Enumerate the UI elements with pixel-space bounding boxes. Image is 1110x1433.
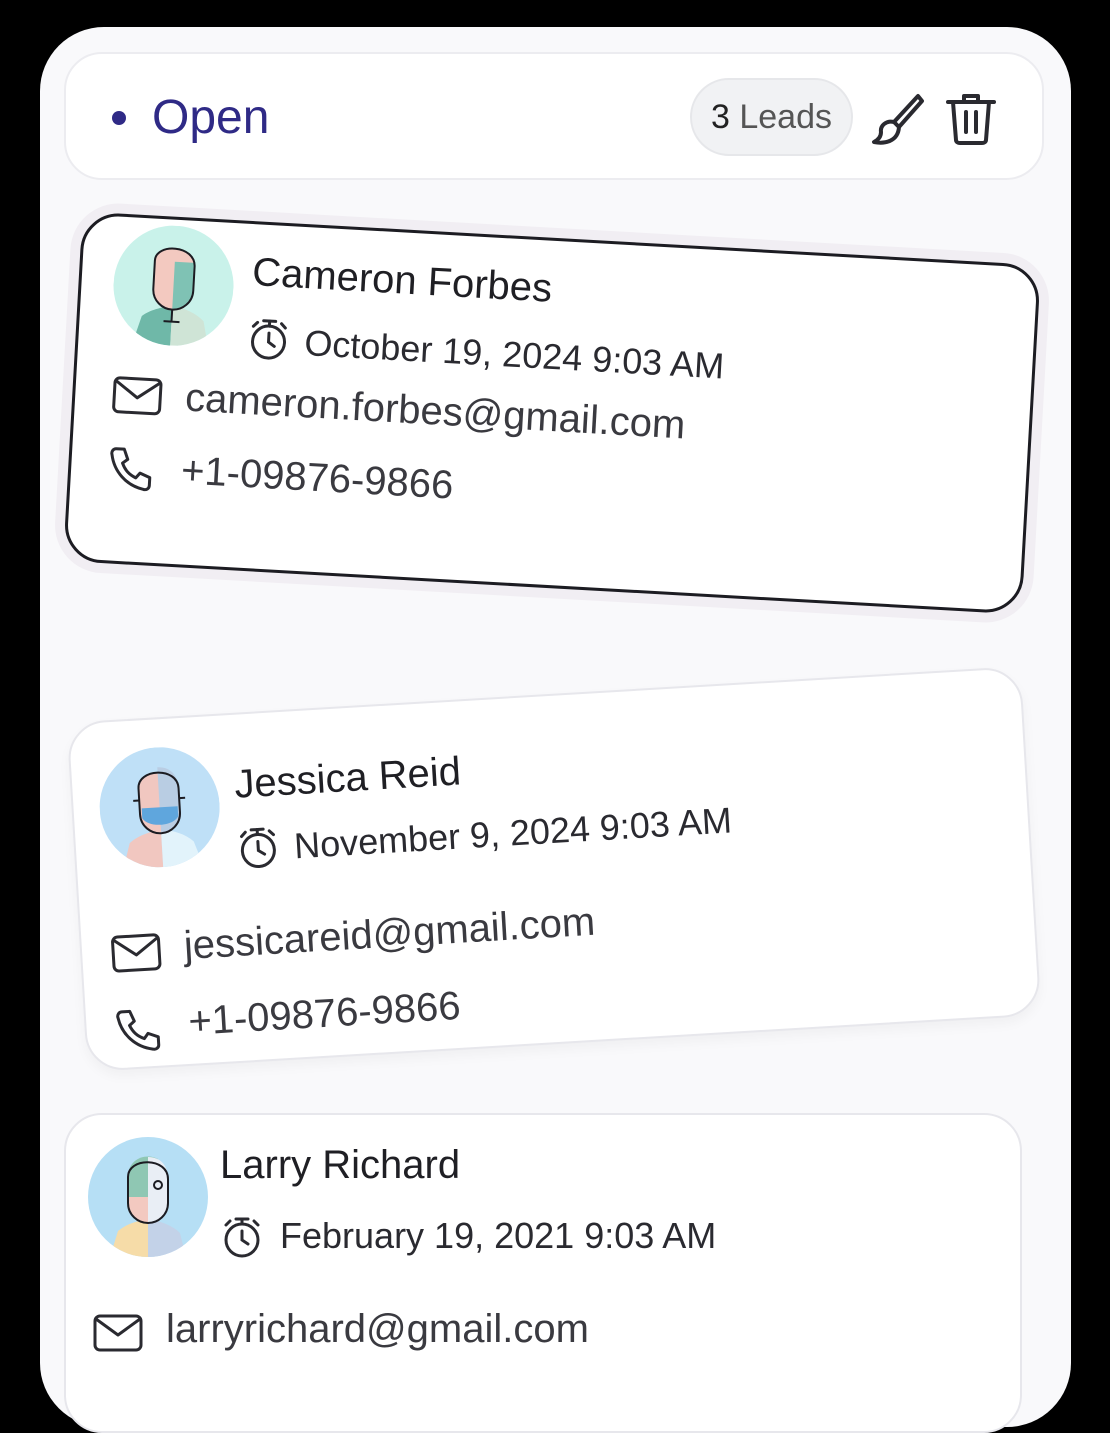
lead-name: Larry Richard <box>220 1143 461 1187</box>
paintbrush-icon <box>872 94 924 145</box>
avatar <box>96 743 224 871</box>
avatar <box>110 222 237 349</box>
mail-icon <box>109 931 163 974</box>
avatar <box>88 1137 208 1257</box>
leads-count-badge: 3 Leads <box>690 78 853 156</box>
lead-name: Jessica Reid <box>233 749 463 807</box>
delete-column-button[interactable] <box>942 90 1000 148</box>
edit-column-button[interactable] <box>868 90 926 148</box>
lead-date: February 19, 2021 9:03 AM <box>280 1215 717 1256</box>
lead-date: November 9, 2024 9:03 AM <box>292 799 733 867</box>
leads-count: 3 <box>710 98 730 136</box>
phone-icon <box>113 1006 162 1055</box>
lead-email[interactable]: cameron.forbes@gmail.com <box>184 376 687 449</box>
lead-email[interactable]: larryrichard@gmail.com <box>166 1307 589 1352</box>
lead-card[interactable]: Cameron Forbes October 19, 2024 9:03 AM … <box>62 211 1042 615</box>
timer-icon <box>237 824 280 870</box>
column-title: Open <box>152 91 270 144</box>
trash-icon <box>946 94 996 145</box>
mail-icon <box>92 1313 144 1353</box>
timer-icon <box>247 316 289 362</box>
lead-phone[interactable]: +1-09876-9866 <box>187 984 462 1045</box>
lead-phone[interactable]: +1-09876-9866 <box>180 448 455 508</box>
status-dot <box>112 111 126 125</box>
lead-card[interactable]: Larry Richard February 19, 2021 9:03 AM … <box>64 1113 1022 1433</box>
lead-card[interactable]: Jessica Reid November 9, 2024 9:03 AM je… <box>66 665 1042 1073</box>
lead-name: Cameron Forbes <box>251 250 554 311</box>
leads-label: Leads <box>739 98 832 136</box>
lead-email[interactable]: jessicareid@gmail.com <box>183 900 597 969</box>
mail-icon <box>110 374 164 417</box>
column-header: Open 3 Leads <box>64 52 1044 180</box>
lead-date: October 19, 2024 9:03 AM <box>303 322 726 387</box>
timer-icon <box>222 1215 262 1259</box>
phone-icon <box>106 444 154 492</box>
